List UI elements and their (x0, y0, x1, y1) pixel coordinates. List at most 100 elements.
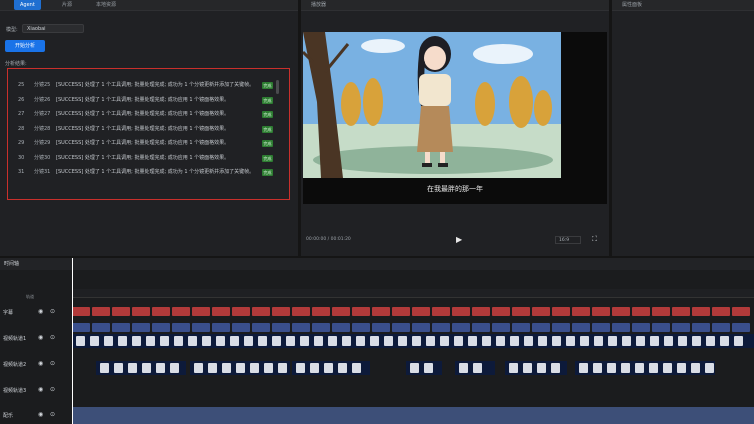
caption-clip[interactable] (212, 323, 230, 332)
caption-clip[interactable] (472, 323, 490, 332)
tab-local-assets[interactable]: 本地资源 (96, 0, 116, 10)
caption-clip[interactable] (72, 323, 90, 332)
subtitle-clip[interactable] (192, 307, 210, 316)
caption-clip[interactable] (132, 323, 150, 332)
eye-icon[interactable]: ◉ (38, 308, 43, 315)
video-clip[interactable] (96, 361, 186, 375)
eye-icon[interactable]: ◉ (38, 411, 43, 418)
subtitle-clip[interactable] (632, 307, 650, 316)
lock-icon[interactable]: ⊙ (50, 360, 55, 367)
subtitle-clip[interactable] (312, 307, 330, 316)
caption-clip[interactable] (412, 323, 430, 332)
caption-clip[interactable] (152, 323, 170, 332)
caption-clip[interactable] (112, 323, 130, 332)
caption-clip[interactable] (172, 323, 190, 332)
eye-icon[interactable]: ◉ (38, 360, 43, 367)
video-clip[interactable] (292, 361, 370, 375)
subtitle-clip[interactable] (492, 307, 510, 316)
subtitle-clip[interactable] (612, 307, 630, 316)
caption-clip[interactable] (592, 323, 610, 332)
subtitle-clip[interactable] (552, 307, 570, 316)
subtitle-clip[interactable] (512, 307, 530, 316)
caption-clip[interactable] (632, 323, 650, 332)
subtitle-clip[interactable] (292, 307, 310, 316)
subtitle-clip[interactable] (432, 307, 450, 316)
caption-clip[interactable] (352, 323, 370, 332)
caption-clip[interactable] (232, 323, 250, 332)
log-row[interactable]: 30 分镜30 [SUCCESS] 处理了 1 个工具调用; 批量处理完成; 成功应… (16, 152, 278, 165)
tab-agent[interactable]: Agent (14, 0, 41, 10)
caption-clip[interactable] (312, 323, 330, 332)
caption-clip[interactable] (732, 323, 750, 332)
subtitle-clip[interactable] (672, 307, 690, 316)
subtitle-clip[interactable] (732, 307, 750, 316)
caption-clip[interactable] (392, 323, 410, 332)
lock-icon[interactable]: ⊙ (50, 411, 55, 418)
subtitle-clip[interactable] (92, 307, 110, 316)
caption-clip[interactable] (712, 323, 730, 332)
tab-source[interactable]: 片源 (62, 0, 72, 10)
subtitle-clip[interactable] (272, 307, 290, 316)
caption-clip[interactable] (92, 323, 110, 332)
caption-clip[interactable] (692, 323, 710, 332)
caption-clip[interactable] (332, 323, 350, 332)
subtitle-clip[interactable] (692, 307, 710, 316)
playhead[interactable] (72, 258, 73, 424)
subtitle-clip[interactable] (532, 307, 550, 316)
caption-clip[interactable] (272, 323, 290, 332)
caption-clip[interactable] (532, 323, 550, 332)
subtitle-clip[interactable] (472, 307, 490, 316)
subtitle-clip[interactable] (72, 307, 90, 316)
timeline-ruler[interactable] (72, 289, 754, 298)
aspect-ratio-select[interactable]: 16:9 (555, 236, 581, 244)
caption-clip[interactable] (292, 323, 310, 332)
subtitle-clip[interactable] (232, 307, 250, 316)
subtitle-clip[interactable] (392, 307, 410, 316)
video-clip[interactable] (575, 361, 715, 375)
eye-icon[interactable]: ◉ (38, 386, 43, 393)
caption-clip[interactable] (492, 323, 510, 332)
eye-icon[interactable]: ◉ (38, 334, 43, 341)
subtitle-clip[interactable] (132, 307, 150, 316)
caption-clip[interactable] (512, 323, 530, 332)
subtitle-clip[interactable] (452, 307, 470, 316)
caption-clip[interactable] (572, 323, 590, 332)
subtitle-clip[interactable] (372, 307, 390, 316)
subtitle-clip[interactable] (112, 307, 130, 316)
subtitle-clip[interactable] (412, 307, 430, 316)
video-clip[interactable] (72, 334, 754, 348)
caption-clip[interactable] (372, 323, 390, 332)
caption-clip[interactable] (652, 323, 670, 332)
subtitle-clip[interactable] (712, 307, 730, 316)
subtitle-clip[interactable] (252, 307, 270, 316)
video-clip[interactable] (505, 361, 567, 375)
log-row[interactable]: 29 分镜29 [SUCCESS] 处理了 1 个工具调用; 批量处理完成; 成功应… (16, 137, 278, 150)
caption-clip[interactable] (612, 323, 630, 332)
caption-clip[interactable] (552, 323, 570, 332)
subtitle-clip[interactable] (152, 307, 170, 316)
subtitle-clip[interactable] (592, 307, 610, 316)
log-row[interactable]: 25 分镜25 [SUCCESS] 处理了 1 个工具调用; 批量处理完成; 成功为… (16, 79, 278, 92)
play-icon[interactable]: ▶ (456, 235, 462, 244)
subtitle-clip[interactable] (652, 307, 670, 316)
subtitle-clip[interactable] (572, 307, 590, 316)
caption-clip[interactable] (452, 323, 470, 332)
subtitle-clip[interactable] (352, 307, 370, 316)
video-clip[interactable] (406, 361, 442, 375)
subtitle-clip[interactable] (332, 307, 350, 316)
subtitle-clip[interactable] (212, 307, 230, 316)
lock-icon[interactable]: ⊙ (50, 308, 55, 315)
log-scrollbar[interactable] (276, 80, 279, 94)
caption-clip[interactable] (432, 323, 450, 332)
video-clip[interactable] (455, 361, 495, 375)
video-clip[interactable] (190, 361, 290, 375)
caption-clip[interactable] (252, 323, 270, 332)
start-analysis-button[interactable]: 开始分析 (5, 40, 45, 52)
log-row[interactable]: 27 分镜27 [SUCCESS] 处理了 1 个工具调用; 批量处理完成; 成功应… (16, 108, 278, 121)
lock-icon[interactable]: ⊙ (50, 334, 55, 341)
subtitle-clip[interactable] (172, 307, 190, 316)
log-row[interactable]: 31 分镜31 [SUCCESS] 处理了 1 个工具调用; 批量处理完成; 成功为… (16, 166, 278, 179)
audio-clip[interactable] (72, 407, 754, 424)
log-row[interactable]: 26 分镜26 [SUCCESS] 处理了 1 个工具调用; 批量处理完成; 成功应… (16, 94, 278, 107)
caption-clip[interactable] (672, 323, 690, 332)
